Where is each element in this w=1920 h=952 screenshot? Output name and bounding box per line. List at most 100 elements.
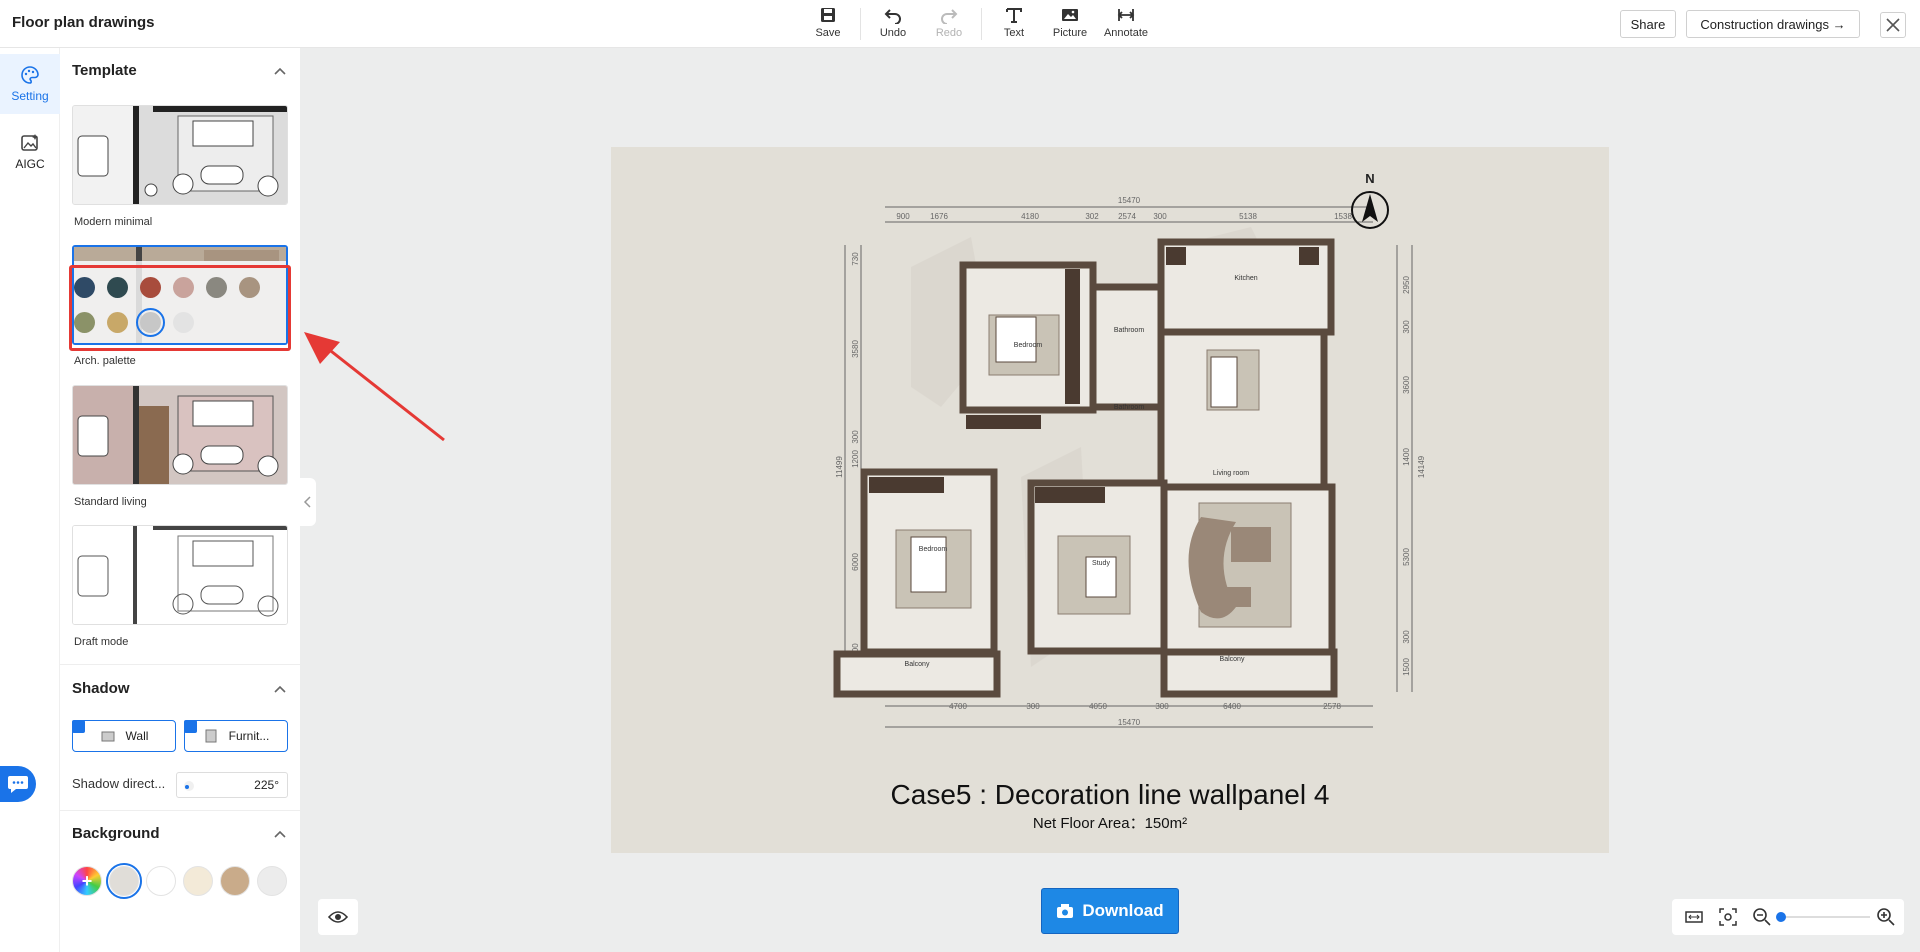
redo-icon — [941, 9, 958, 24]
download-label: Download — [1082, 901, 1164, 920]
download-button[interactable]: Download — [1041, 888, 1179, 934]
chevron-up-icon[interactable] — [273, 682, 287, 696]
template-standard-living[interactable] — [72, 385, 288, 485]
fit-screen-icon[interactable] — [1718, 907, 1738, 927]
dim-right: 2950 — [1402, 276, 1411, 294]
add-color-button[interactable]: + — [72, 866, 102, 896]
room-label-kitchen: Kitchen — [1234, 275, 1257, 282]
palette-color-swatch[interactable] — [239, 277, 260, 298]
background-color-swatch[interactable] — [257, 866, 287, 896]
palette-color-swatch[interactable] — [206, 277, 227, 298]
template-modern-minimal[interactable] — [72, 105, 288, 205]
redo-button[interactable]: Redo — [921, 6, 977, 42]
palette-color-swatch[interactable] — [173, 277, 194, 298]
picture-button[interactable]: Picture — [1042, 6, 1098, 42]
chevron-left-icon — [303, 496, 311, 508]
eye-icon — [328, 911, 348, 923]
palette-color-swatch[interactable] — [140, 277, 161, 298]
chat-icon — [8, 776, 28, 793]
north-indicator: N — [1348, 171, 1392, 230]
settings-panel: Template Modern minimal Arch. palette St… — [60, 48, 300, 952]
shadow-wall-label: Wall — [125, 729, 149, 743]
save-icon — [821, 8, 835, 22]
app-title: Floor plan drawings — [12, 14, 155, 31]
background-color-swatch[interactable] — [220, 866, 250, 896]
template-draft-mode[interactable] — [72, 525, 288, 625]
rail-item-setting[interactable]: Setting — [0, 54, 60, 114]
zoom-slider-handle[interactable] — [1776, 912, 1786, 922]
dim-bottom: 4700 — [949, 702, 967, 711]
rail-setting-label: Setting — [11, 89, 49, 103]
undo-button[interactable]: Undo — [865, 6, 921, 42]
background-color-swatch[interactable] — [183, 866, 213, 896]
share-button[interactable]: Share — [1620, 10, 1676, 38]
dim-bottom: 6400 — [1223, 702, 1241, 711]
case-title: Case5 : Decoration line wallpanel 4 — [890, 779, 1330, 810]
construction-drawings-button[interactable]: Construction drawings → — [1686, 10, 1860, 38]
background-color-swatch[interactable] — [146, 866, 176, 896]
dim-left: 1200 — [851, 450, 860, 468]
left-rail: Setting AIGC — [0, 48, 60, 952]
palette-color-swatch[interactable] — [136, 308, 165, 337]
shadow-wall-toggle[interactable]: Wall — [72, 720, 176, 752]
palette-color-swatch[interactable] — [173, 312, 194, 333]
dim-bottom: 300 — [1155, 702, 1169, 711]
shadow-furniture-toggle[interactable]: Furnit... — [184, 720, 288, 752]
shadow-direction-input[interactable]: 225° — [176, 772, 288, 798]
dim-top: 300 — [1153, 212, 1167, 221]
zoom-out-icon[interactable] — [1752, 907, 1772, 927]
toolbar-divider — [981, 8, 982, 40]
fit-width-icon[interactable] — [1684, 907, 1704, 927]
dim-top: 2574 — [1118, 212, 1136, 221]
red-arrow-annotation — [304, 332, 445, 442]
dim-right: 1500 — [1402, 658, 1411, 676]
template-preview-draft — [73, 526, 287, 624]
preview-toggle-button[interactable] — [318, 899, 358, 935]
template-preview-modern — [73, 106, 287, 204]
zoom-in-icon[interactable] — [1876, 907, 1896, 927]
shadow-direction-label: Shadow direct... — [72, 776, 166, 791]
dim-left: 730 — [851, 252, 860, 266]
palette-color-swatch[interactable] — [107, 277, 128, 298]
dim-top: 900 — [896, 212, 910, 221]
palette-color-swatch[interactable] — [107, 312, 128, 333]
dim-bottom-total: 15470 — [1118, 718, 1141, 727]
room-label-living-room: Living room — [1213, 470, 1249, 477]
close-button[interactable] — [1880, 12, 1906, 38]
palette-row-2 — [74, 308, 194, 337]
checkbox-checked-icon[interactable] — [184, 720, 197, 733]
chevron-up-icon[interactable] — [273, 827, 287, 841]
direction-dial-icon — [184, 781, 194, 791]
dim-right: 1400 — [1402, 448, 1411, 466]
template-label-standard: Standard living — [74, 496, 147, 508]
close-icon — [1886, 18, 1900, 32]
top-bar: Floor plan drawings Save Undo Redo Text … — [0, 0, 1920, 48]
annotate-label: Annotate — [1103, 27, 1149, 39]
section-divider — [60, 664, 300, 665]
checkbox-checked-icon[interactable] — [72, 720, 85, 733]
text-button[interactable]: Text — [986, 6, 1042, 42]
zoom-slider[interactable] — [1776, 912, 1870, 922]
background-color-swatch[interactable] — [106, 863, 142, 899]
drawing-canvas[interactable]: 15470 900 1676 4180 302 2574 300 5138 15… — [611, 147, 1609, 853]
chat-support-button[interactable] — [0, 766, 36, 802]
text-icon — [1006, 8, 1022, 23]
annotate-button[interactable]: Annotate — [1098, 6, 1154, 42]
palette-color-swatch[interactable] — [74, 277, 95, 298]
zoom-controls — [1672, 899, 1904, 935]
dim-top: 5138 — [1239, 212, 1257, 221]
wall-icon — [101, 731, 115, 742]
rail-item-aigc[interactable]: AIGC — [0, 122, 60, 182]
palette-icon — [21, 66, 39, 84]
toolbar-divider — [860, 8, 861, 40]
palette-color-swatch[interactable] — [74, 312, 95, 333]
dim-right: 300 — [1402, 320, 1411, 334]
dim-left-total: 11499 — [835, 456, 844, 478]
template-preview-standard — [73, 386, 287, 484]
chevron-up-icon[interactable] — [273, 64, 287, 78]
shadow-section-title: Shadow — [72, 680, 130, 697]
undo-icon — [884, 9, 901, 24]
save-button[interactable]: Save — [800, 6, 856, 42]
collapse-panel-button[interactable] — [300, 478, 316, 526]
background-section-title: Background — [72, 825, 160, 842]
